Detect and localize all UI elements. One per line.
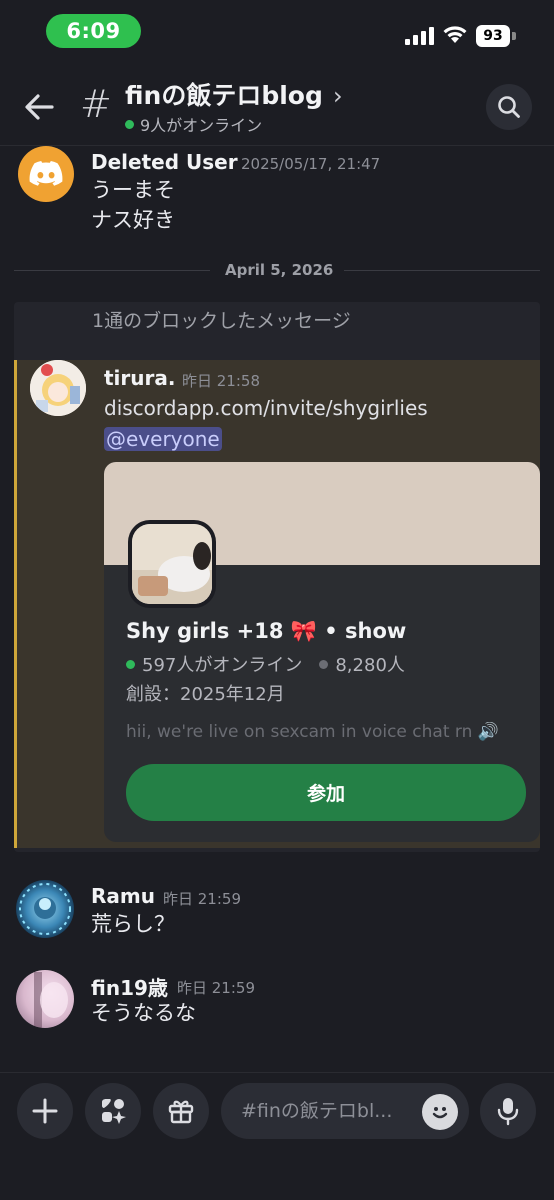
apps-button[interactable] (85, 1083, 141, 1139)
server-icon[interactable] (128, 520, 216, 608)
message-line: ナス好き (91, 208, 175, 232)
message-timestamp: 昨日 21:58 (182, 372, 260, 390)
everyone-mention[interactable]: @everyone (104, 427, 222, 451)
join-button[interactable]: 参加 (126, 764, 526, 821)
online-count: 9人がオンライン (140, 116, 263, 135)
gift-button[interactable] (153, 1083, 209, 1139)
message-input-field[interactable] (241, 1100, 401, 1122)
server-description: hii, we're live on sexcam in voice chat … (126, 722, 499, 742)
wifi-icon (443, 26, 467, 43)
server-stats: 597人がオンライン 8,280人 (126, 651, 405, 677)
voice-message-button[interactable] (480, 1083, 536, 1139)
emoji-button[interactable] (422, 1094, 458, 1130)
avatar[interactable] (18, 146, 74, 202)
date-divider: April 5, 2026 (225, 261, 334, 279)
server-name: Shy girls +18 🎀 • show (126, 619, 407, 643)
members-dot-icon (319, 659, 329, 669)
avatar[interactable] (30, 360, 86, 416)
microphone-icon (497, 1098, 519, 1126)
channel-online-status: 9人がオンライン (125, 112, 262, 136)
channel-hash-icon: # (80, 82, 112, 126)
invite-link[interactable]: discordapp.com/invite/shygirlies (104, 396, 428, 420)
search-button[interactable] (486, 84, 532, 130)
add-attachment-button[interactable] (17, 1083, 73, 1139)
discord-logo-icon (29, 161, 63, 186)
message-author[interactable]: Ramu (91, 884, 155, 908)
ramu-avatar-icon (19, 883, 71, 935)
emoji-icon (432, 1107, 448, 1119)
message-text: 荒らし？ (91, 912, 175, 936)
chevron-right-icon[interactable]: › (333, 82, 343, 110)
avatar[interactable] (16, 970, 74, 1028)
battery-level: 93 (476, 25, 510, 47)
online-dot-icon (125, 119, 134, 129)
search-icon (498, 96, 520, 118)
message-timestamp: 昨日 21:59 (177, 979, 255, 997)
message-timestamp: 昨日 21:59 (163, 890, 241, 908)
composer-divider (0, 1072, 554, 1073)
date-divider-line (14, 270, 210, 271)
message-timestamp: 2025/05/17, 21:47 (241, 155, 381, 173)
anime-avatar-icon (30, 360, 86, 416)
online-dot-icon (126, 659, 135, 669)
date-divider-line (344, 270, 540, 271)
message-text: そうなるな (91, 1001, 196, 1025)
apps-icon (102, 1099, 126, 1124)
blocked-messages-label[interactable]: 1通のブロックしたメッセージ (92, 306, 351, 333)
gift-icon (168, 1100, 194, 1124)
message-line: うーまそ (91, 178, 175, 202)
back-arrow-icon[interactable] (22, 90, 56, 124)
avatar[interactable] (16, 880, 74, 938)
server-online-count: 597人がオンライン (142, 655, 303, 676)
fin-avatar-icon (34, 972, 68, 1028)
plus-icon (32, 1098, 58, 1124)
message-author[interactable]: Deleted User (91, 150, 238, 174)
battery-indicator: 93 (476, 25, 516, 47)
server-photo-icon (132, 524, 212, 604)
server-member-count: 8,280人 (335, 655, 405, 676)
server-founded: 創設：2025年12月 (126, 684, 285, 705)
cellular-signal-icon (405, 27, 434, 45)
message-author[interactable]: fin19歳 (91, 972, 168, 1001)
message-author[interactable]: tirura. (104, 366, 175, 390)
channel-title[interactable]: finの飯テロblog (125, 76, 323, 112)
header-divider (0, 145, 554, 146)
status-time: 6:09 (46, 14, 141, 48)
